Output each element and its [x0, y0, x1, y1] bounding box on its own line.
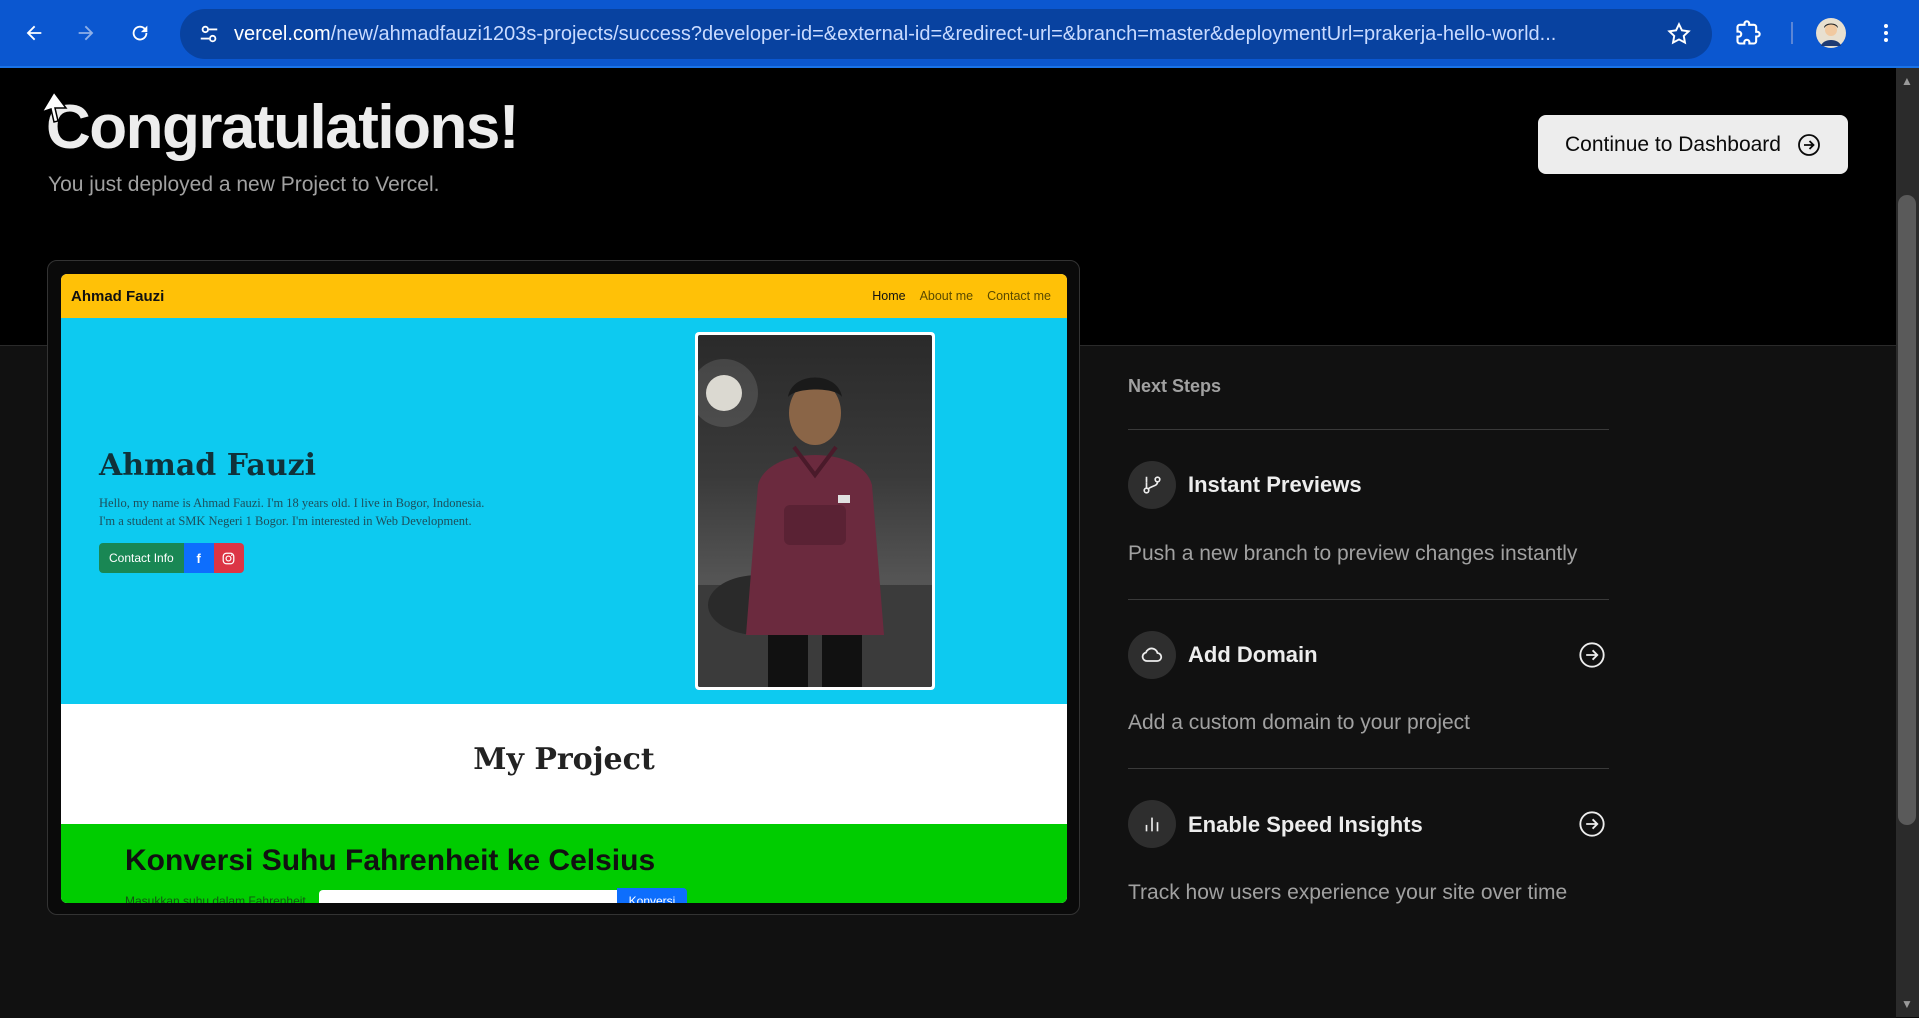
preview-brand: Ahmad Fauzi [71, 288, 164, 305]
preview-hero-desc-line2: I'm a student at SMK Negeri 1 Bogor. I'm… [99, 514, 472, 528]
preview-hero-buttons: Contact Info f [99, 543, 244, 573]
preview-profile-photo [695, 332, 935, 690]
add-domain-arrow-button[interactable] [1578, 641, 1606, 674]
preview-nav-links: Home About me Contact me [872, 289, 1051, 303]
preview-converter-button: Konversi [617, 888, 687, 903]
arrow-circle-right-icon [1578, 641, 1606, 669]
preview-project-section: My Project [61, 704, 1067, 824]
preview-nav-about: About me [920, 289, 974, 303]
scrollbar-thumb[interactable] [1898, 195, 1916, 825]
preview-hero-description: Hello, my name is Ahmad Fauzi. I'm 18 ye… [99, 494, 539, 530]
mouse-cursor-icon [40, 90, 70, 124]
step-speed-insights-title[interactable]: Enable Speed Insights [1188, 812, 1423, 838]
preview-converter-section: Konversi Suhu Fahrenheit ke Celsius Masu… [61, 824, 1067, 903]
page-subtitle: You just deployed a new Project to Verce… [48, 173, 439, 197]
cloud-icon [1128, 631, 1176, 679]
preview-nav-home: Home [872, 289, 905, 303]
bar-chart-icon [1128, 800, 1176, 848]
browser-toolbar: vercel.com/new/ahmadfauzi1203s-projects/… [0, 0, 1919, 68]
star-icon [1666, 21, 1692, 47]
preview-converter-title: Konversi Suhu Fahrenheit ke Celsius [125, 844, 655, 878]
extensions-button[interactable] [1734, 13, 1762, 53]
arrow-right-icon [75, 22, 97, 44]
facebook-icon: f [184, 543, 214, 573]
tune-icon [198, 23, 220, 45]
preview-converter-input [319, 890, 619, 903]
step-instant-previews-title: Instant Previews [1188, 472, 1362, 498]
arrow-circle-right-icon [1797, 133, 1821, 157]
preview-nav-contact: Contact me [987, 289, 1051, 303]
more-vertical-icon [1874, 21, 1898, 45]
step-add-domain-title[interactable]: Add Domain [1188, 642, 1318, 668]
avatar [1816, 18, 1846, 48]
page-title: Congratulations! [46, 92, 518, 163]
arrow-left-icon [23, 22, 45, 44]
arrow-circle-right-icon [1578, 810, 1606, 838]
divider [1128, 768, 1609, 769]
url-path: /new/ahmadfauzi1203s-projects/success?de… [331, 23, 1557, 45]
next-steps-heading: Next Steps [1128, 376, 1221, 397]
divider [1128, 599, 1609, 600]
puzzle-icon [1734, 19, 1762, 47]
preview-converter-label: Masukkan suhu dalam Fahrenheit [125, 894, 306, 903]
toolbar-separator [1791, 22, 1793, 44]
menu-button[interactable] [1874, 13, 1898, 53]
preview-hero: Ahmad Fauzi Hello, my name is Ahmad Fauz… [61, 318, 1067, 704]
preview-hero-name: Ahmad Fauzi [99, 448, 316, 483]
preview-project-title: My Project [61, 742, 1067, 777]
bookmark-button[interactable] [1666, 21, 1692, 52]
site-info-button[interactable] [192, 17, 226, 51]
forward-button[interactable] [66, 13, 106, 53]
scroll-up-arrow[interactable]: ▲ [1901, 74, 1913, 88]
preview-contact-button: Contact Info [99, 543, 184, 573]
deployment-preview[interactable]: Ahmad Fauzi Home About me Contact me Ahm… [61, 274, 1067, 903]
preview-hero-desc-line1: Hello, my name is Ahmad Fauzi. I'm 18 ye… [99, 496, 484, 510]
continue-to-dashboard-button[interactable]: Continue to Dashboard [1538, 115, 1848, 174]
step-add-domain-desc: Add a custom domain to your project [1128, 711, 1470, 735]
step-speed-insights-desc: Track how users experience your site ove… [1128, 881, 1567, 905]
git-branch-icon [1128, 461, 1176, 509]
step-instant-previews-desc: Push a new branch to preview changes ins… [1128, 542, 1577, 566]
divider [1128, 429, 1609, 430]
dashboard-button-label: Continue to Dashboard [1565, 133, 1781, 157]
preview-navbar: Ahmad Fauzi Home About me Contact me [61, 274, 1067, 318]
instagram-icon [214, 543, 244, 573]
profile-button[interactable] [1816, 13, 1846, 53]
address-bar[interactable]: vercel.com/new/ahmadfauzi1203s-projects/… [180, 9, 1712, 59]
scroll-down-arrow[interactable]: ▼ [1901, 997, 1913, 1011]
speed-insights-arrow-button[interactable] [1578, 810, 1606, 843]
reload-icon [129, 22, 151, 44]
url-host: vercel.com [234, 23, 331, 45]
back-button[interactable] [14, 13, 54, 53]
url-text[interactable]: vercel.com/new/ahmadfauzi1203s-projects/… [234, 23, 1654, 46]
reload-button[interactable] [120, 13, 160, 53]
